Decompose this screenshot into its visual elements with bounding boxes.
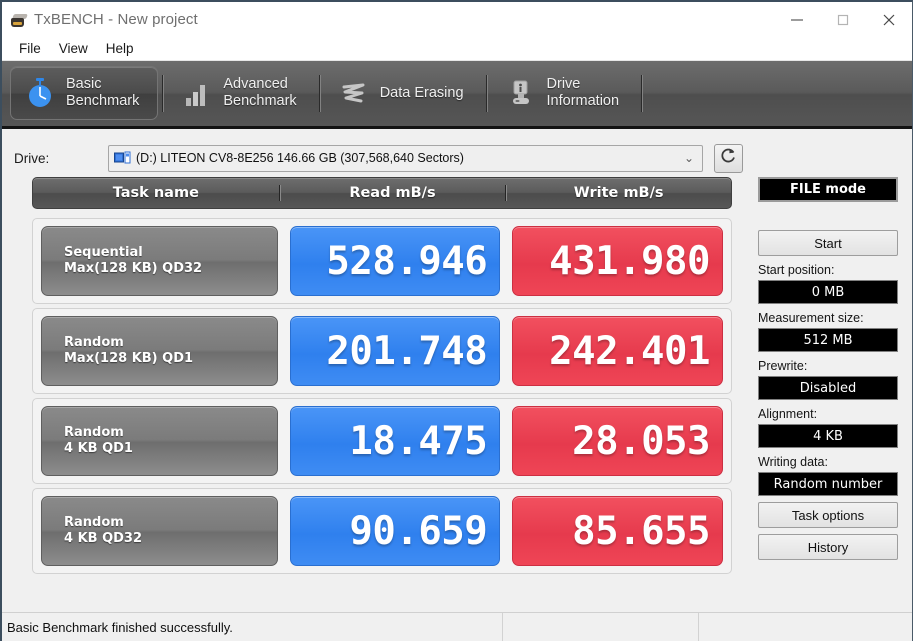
task-button-random-128kb-qd1[interactable]: Random Max(128 KB) QD1 <box>41 316 278 386</box>
task-button-random-4kb-qd32[interactable]: Random 4 KB QD32 <box>41 496 278 566</box>
chevron-down-icon[interactable]: ⌄ <box>684 151 698 165</box>
write-value: 28.053 <box>512 406 724 476</box>
task-name-line2: Max(128 KB) QD1 <box>64 351 194 366</box>
header-task-name: Task name <box>112 185 199 201</box>
tab-drive-information[interactable]: Drive Information <box>492 66 638 120</box>
tab-divider <box>318 75 321 112</box>
table-row: Random 4 KB QD1 18.475 28.053 <box>32 398 732 484</box>
alignment-label: Alignment: <box>758 407 818 421</box>
scanner-icon <box>10 11 28 29</box>
minimize-button[interactable] <box>774 2 820 37</box>
txbench-window: TxBENCH - New project File View Help Bas… <box>0 0 913 641</box>
window-controls <box>774 2 912 37</box>
task-options-button[interactable]: Task options <box>758 502 898 528</box>
title-bar: TxBENCH - New project <box>2 2 912 37</box>
read-value: 90.659 <box>289 496 501 566</box>
task-button-sequential-qd32[interactable]: Sequential Max(128 KB) QD32 <box>41 226 278 296</box>
header-read: Read mB/s <box>278 185 506 201</box>
maximize-button[interactable] <box>820 2 866 37</box>
prewrite-label: Prewrite: <box>758 359 808 373</box>
main-content: Task name Read mB/s Write mB/s Sequentia… <box>2 177 912 598</box>
tab-label: Basic Benchmark <box>66 76 140 109</box>
menu-help[interactable]: Help <box>97 39 143 58</box>
options-sidebar: FILE mode Start Start position: 0 MB Mea… <box>750 177 905 598</box>
task-name-line1: Sequential <box>64 245 143 260</box>
header-write: Write mB/s <box>505 185 731 201</box>
scribble-erase-icon <box>339 77 369 109</box>
read-value: 201.748 <box>289 316 501 386</box>
alignment-value[interactable]: 4 KB <box>758 424 898 448</box>
tab-basic-benchmark[interactable]: Basic Benchmark <box>10 66 159 120</box>
tab-label: Data Erasing <box>379 84 464 101</box>
menu-view[interactable]: View <box>50 39 97 58</box>
table-row: Sequential Max(128 KB) QD32 528.946 431.… <box>32 218 732 304</box>
tab-label: Advanced Benchmark <box>223 76 297 109</box>
start-position-label: Start position: <box>758 263 835 277</box>
close-button[interactable] <box>866 2 912 37</box>
results-panel: Task name Read mB/s Write mB/s Sequentia… <box>2 177 750 598</box>
status-message: Basic Benchmark finished successfully. <box>7 619 233 635</box>
writing-data-value[interactable]: Random number <box>758 472 898 496</box>
task-name-line2: 4 KB QD32 <box>64 531 143 546</box>
results-rows: Sequential Max(128 KB) QD32 528.946 431.… <box>32 218 750 574</box>
menu-bar: File View Help <box>2 37 912 61</box>
task-name-line1: Random <box>64 335 124 350</box>
tab-bar: Basic Benchmark Advanced Benchmark Data … <box>2 61 912 129</box>
drive-dropdown[interactable]: (D:) LITEON CV8-8E256 146.66 GB (307,568… <box>108 144 703 172</box>
menu-file[interactable]: File <box>10 39 50 58</box>
bar-chart-icon <box>182 77 212 109</box>
tab-divider <box>641 75 644 112</box>
measurement-size-label: Measurement size: <box>758 311 864 325</box>
task-name-line1: Random <box>64 515 124 530</box>
table-row: Random Max(128 KB) QD1 201.748 242.401 <box>32 308 732 394</box>
read-value: 18.475 <box>289 406 501 476</box>
write-value: 431.980 <box>512 226 724 296</box>
tab-advanced-benchmark[interactable]: Advanced Benchmark <box>168 66 314 120</box>
prewrite-value[interactable]: Disabled <box>758 376 898 400</box>
start-position-value[interactable]: 0 MB <box>758 280 898 304</box>
refresh-button[interactable] <box>714 143 743 173</box>
status-pane-2 <box>502 612 698 641</box>
tab-data-erasing[interactable]: Data Erasing <box>325 66 482 120</box>
task-name-line2: 4 KB QD1 <box>64 441 133 456</box>
task-name-line2: Max(128 KB) QD32 <box>64 261 203 276</box>
disk-drive-icon <box>114 151 131 166</box>
start-button[interactable]: Start <box>758 230 898 256</box>
table-header: Task name Read mB/s Write mB/s <box>32 177 732 209</box>
write-value: 85.655 <box>512 496 724 566</box>
status-pane-3 <box>698 612 912 641</box>
task-button-random-4kb-qd1[interactable]: Random 4 KB QD1 <box>41 406 278 476</box>
measurement-size-value[interactable]: 512 MB <box>758 328 898 352</box>
table-row: Random 4 KB QD32 90.659 85.655 <box>32 488 732 574</box>
tab-divider <box>162 75 165 112</box>
drive-selected-value: (D:) LITEON CV8-8E256 146.66 GB (307,568… <box>136 151 464 165</box>
stopwatch-icon <box>25 77 55 109</box>
write-value: 242.401 <box>512 316 724 386</box>
refresh-icon <box>719 146 738 170</box>
status-bar: Basic Benchmark finished successfully. <box>2 612 912 641</box>
writing-data-label: Writing data: <box>758 455 828 469</box>
task-name-line1: Random <box>64 425 124 440</box>
drive-info-icon <box>506 77 536 109</box>
history-button[interactable]: History <box>758 534 898 560</box>
window-title: TxBENCH - New project <box>34 11 198 28</box>
drive-label: Drive: <box>14 150 50 166</box>
drive-selector-row: Drive: (D:) LITEON CV8-8E256 146.66 GB (… <box>2 129 912 177</box>
file-mode-button[interactable]: FILE mode <box>758 177 898 202</box>
tab-label: Drive Information <box>546 76 620 109</box>
read-value: 528.946 <box>289 226 501 296</box>
tab-divider <box>485 75 488 112</box>
